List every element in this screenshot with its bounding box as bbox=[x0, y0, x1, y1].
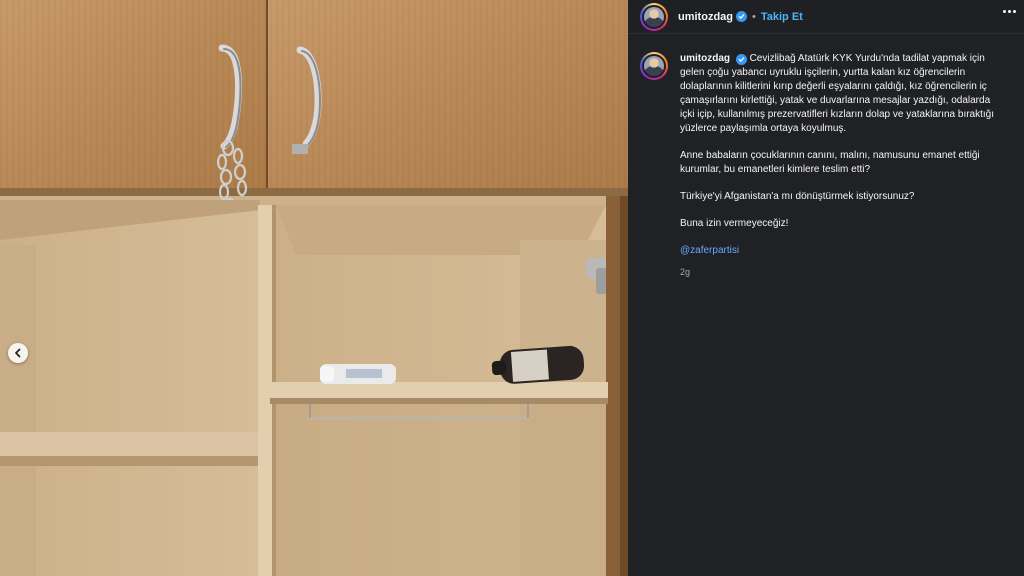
caption-paragraph-2: Anne babaların çocuklarının canını, malı… bbox=[680, 150, 980, 175]
verified-badge-icon bbox=[736, 11, 747, 22]
author-avatar[interactable] bbox=[640, 2, 668, 31]
post-side-panel: umitozdag • Takip Et umitozdag Cevizliba… bbox=[628, 0, 1024, 576]
caption-comment: umitozdag Cevizlibağ Atatürk KYK Yurdu'n… bbox=[640, 52, 1016, 279]
caption-paragraph-3: Türkiye'yi Afganistan'a mı dönüştürmek i… bbox=[680, 191, 915, 202]
carousel-prev-button[interactable] bbox=[8, 343, 28, 363]
caption-paragraph-4: Buna izin vermeyeceğiz! bbox=[680, 218, 789, 229]
avatar-photo bbox=[644, 56, 664, 76]
avatar-photo bbox=[644, 6, 664, 27]
caption-paragraph-1: umitozdag Cevizlibağ Atatürk KYK Yurdu'n… bbox=[680, 52, 1000, 136]
caption-text-intro: Cevizlibağ Atatürk KYK Yurdu'nda tadilat… bbox=[680, 53, 995, 134]
wardrobe-photo bbox=[0, 0, 628, 576]
separator-dot: • bbox=[752, 10, 756, 23]
more-options-icon[interactable] bbox=[1003, 10, 1016, 13]
mention-link[interactable]: @zaferpartisi bbox=[680, 244, 1000, 258]
verified-badge-icon bbox=[735, 54, 747, 65]
caption-body: umitozdag Cevizlibağ Atatürk KYK Yurdu'n… bbox=[680, 52, 1000, 279]
follow-button[interactable]: Takip Et bbox=[761, 11, 803, 23]
author-username[interactable]: umitozdag bbox=[678, 11, 733, 23]
caption-author-avatar[interactable] bbox=[640, 52, 668, 80]
post-media bbox=[0, 0, 628, 576]
post-timestamp[interactable]: 2g bbox=[680, 265, 1000, 279]
caption-username[interactable]: umitozdag bbox=[680, 53, 730, 64]
chevron-left-icon bbox=[15, 348, 21, 358]
post-header: umitozdag • Takip Et bbox=[628, 0, 1024, 34]
